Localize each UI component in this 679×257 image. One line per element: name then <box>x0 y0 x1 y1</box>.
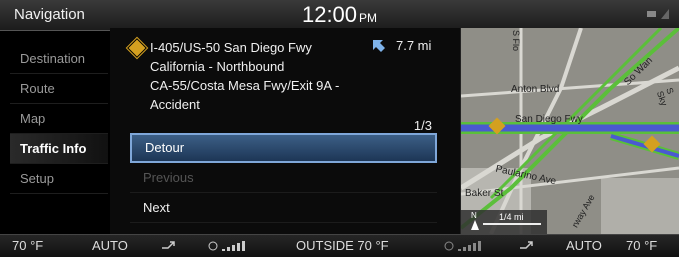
sidebar-item-setup[interactable]: Setup <box>10 164 108 194</box>
sidebar-item-destination[interactable]: Destination <box>10 44 108 74</box>
incident-line: CA-55/Costa Mesa Fwy/Exit 9A - <box>150 78 340 93</box>
clock-ampm: PM <box>359 11 378 25</box>
incident-lines: I-405/US-50 San Diego Fwy California - N… <box>150 38 380 114</box>
airflow-icon[interactable] <box>518 238 536 255</box>
next-button[interactable]: Next <box>130 193 437 223</box>
detour-button[interactable]: Detour <box>130 133 437 163</box>
incident-line: California - Northbound <box>150 59 285 74</box>
climate-bar: 70 °F AUTO OUTSIDE 70 °F AUTO 70 °F <box>0 234 679 257</box>
street-label: S Flo <box>511 30 521 52</box>
north-icon: N <box>471 211 477 220</box>
top-bar: Navigation 12:00 PM <box>0 0 679 31</box>
sidebar-item-traffic-info[interactable]: Traffic Info <box>10 134 108 164</box>
previous-button[interactable]: Previous <box>130 163 437 193</box>
right-temperature[interactable]: 70 °F <box>626 238 657 253</box>
clock-time: 12:00 <box>301 2 358 27</box>
fan-speed-icon[interactable] <box>444 238 490 255</box>
incident-distance: 7.7 mi <box>372 38 431 53</box>
sidebar: Destination Route Map Traffic Info Setup <box>10 36 108 234</box>
clock: 12:00 PM <box>0 2 679 28</box>
fan-speed-icon[interactable] <box>208 238 254 255</box>
direction-arrow-icon <box>373 39 385 52</box>
signal-icon <box>647 8 671 23</box>
distance-value: 7.7 mi <box>396 38 432 53</box>
sidebar-item-map[interactable]: Map <box>10 104 108 134</box>
street-label: Anton Blvd <box>511 84 560 95</box>
left-temperature[interactable]: 70 °F <box>12 238 43 253</box>
street-label: Baker St <box>465 188 504 199</box>
traffic-panel: I-405/US-50 San Diego Fwy California - N… <box>110 28 461 234</box>
street-label: San Diego Fwy <box>515 114 583 125</box>
page-indicator: 1/3 <box>413 118 432 133</box>
map-view[interactable]: S Flo Anton Blvd So Wan S Sky San Diego … <box>461 28 679 234</box>
right-mode[interactable]: AUTO <box>566 238 602 253</box>
airflow-icon[interactable] <box>160 238 178 255</box>
incident-line: I-405/US-50 San Diego Fwy <box>150 40 312 55</box>
outside-temperature: OUTSIDE 70 °F <box>296 238 389 253</box>
incident-line: Accident <box>150 97 200 112</box>
traffic-warning-icon <box>127 38 147 58</box>
sidebar-item-route[interactable]: Route <box>10 74 108 104</box>
map-scale: 1/4 mi <box>499 212 524 222</box>
left-mode[interactable]: AUTO <box>92 238 128 253</box>
